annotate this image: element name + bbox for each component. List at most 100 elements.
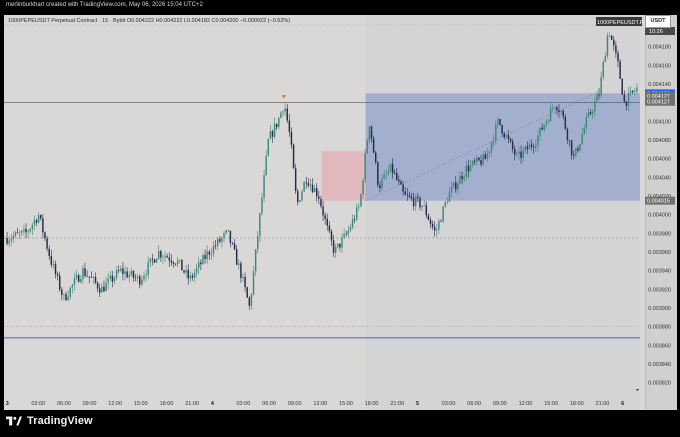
candle-body bbox=[442, 206, 444, 222]
candle-body bbox=[492, 140, 495, 143]
candle-body bbox=[514, 149, 516, 155]
candle-body bbox=[627, 92, 630, 106]
candle-body bbox=[459, 175, 461, 184]
candle-body bbox=[58, 275, 61, 290]
candle-body bbox=[337, 243, 339, 247]
y-tick-label: 0.004040 bbox=[648, 175, 671, 181]
candle-body bbox=[372, 138, 375, 153]
candle-body bbox=[490, 142, 493, 151]
currency-selector[interactable]: USDT bbox=[645, 15, 671, 28]
candle-body bbox=[625, 101, 628, 106]
candle-body bbox=[77, 275, 80, 283]
candle-body bbox=[509, 138, 512, 142]
candle-body bbox=[235, 249, 238, 265]
candle-body bbox=[370, 126, 373, 139]
candle-body bbox=[543, 125, 545, 130]
candle-body bbox=[115, 270, 118, 278]
candle-body bbox=[415, 196, 417, 207]
candle-body bbox=[166, 256, 168, 258]
y-tick-label: 0.004060 bbox=[648, 157, 671, 163]
x-tick-label: 18:00 bbox=[570, 401, 584, 407]
candle-body bbox=[488, 150, 491, 154]
candle-body bbox=[356, 207, 358, 220]
candle-body bbox=[596, 94, 598, 102]
candle-body bbox=[107, 278, 109, 283]
candle-body bbox=[457, 183, 459, 190]
candle-body bbox=[537, 135, 539, 146]
candle-body bbox=[181, 259, 183, 271]
candle-body bbox=[128, 275, 130, 278]
candle-body bbox=[347, 230, 350, 235]
candle-body bbox=[324, 215, 326, 219]
candle-body bbox=[31, 224, 34, 229]
candle-body bbox=[364, 153, 366, 181]
candle-body bbox=[589, 112, 592, 114]
candle-body bbox=[229, 230, 232, 243]
candle-body bbox=[318, 196, 320, 199]
candle-body bbox=[617, 52, 619, 62]
candle-body bbox=[436, 229, 438, 231]
candle-body bbox=[292, 144, 295, 169]
y-tick-label: 0.004160 bbox=[648, 63, 671, 69]
candle-body bbox=[240, 263, 242, 278]
candle-body bbox=[73, 278, 76, 285]
candle-body bbox=[172, 262, 175, 264]
candle-body bbox=[417, 196, 419, 198]
candle-body bbox=[267, 139, 270, 156]
candle-body bbox=[212, 245, 215, 254]
candle-body bbox=[360, 194, 362, 207]
candle-body bbox=[202, 255, 204, 265]
x-tick-label: 18:00 bbox=[365, 401, 379, 407]
candle-body bbox=[358, 206, 360, 208]
candle-body bbox=[398, 179, 400, 182]
candle-body bbox=[311, 184, 314, 193]
candle-body bbox=[111, 275, 114, 282]
candle-body bbox=[225, 230, 227, 234]
candle-body bbox=[271, 131, 274, 137]
take-profit-zone bbox=[365, 93, 640, 201]
candle-body bbox=[130, 271, 133, 276]
candle-body bbox=[69, 287, 71, 297]
candle-body bbox=[425, 205, 428, 216]
candle-body bbox=[505, 135, 508, 138]
candle-body bbox=[402, 184, 404, 192]
candle-body bbox=[535, 145, 537, 148]
candle-body bbox=[518, 151, 520, 154]
candle-body bbox=[444, 202, 446, 207]
candle-body bbox=[187, 269, 189, 279]
candle-body bbox=[427, 215, 430, 220]
candle-body bbox=[18, 232, 21, 234]
candle-body bbox=[90, 277, 93, 278]
candle-body bbox=[290, 131, 293, 145]
candle-body bbox=[345, 233, 347, 235]
candle-body bbox=[238, 263, 240, 265]
candle-body bbox=[160, 251, 162, 258]
symbol-badge-text: 1000PEPEUSDT.P bbox=[597, 20, 644, 26]
candle-body bbox=[471, 160, 474, 165]
candle-body bbox=[219, 238, 221, 242]
y-tick-label: 0.004000 bbox=[648, 213, 671, 219]
candle-body bbox=[455, 182, 457, 190]
candle-body bbox=[101, 286, 103, 293]
candle-body bbox=[37, 214, 40, 223]
candle-body bbox=[516, 153, 518, 155]
brand-name: TradingView bbox=[27, 415, 93, 427]
candle-body bbox=[406, 194, 409, 196]
candle-body bbox=[23, 229, 25, 231]
candle-body bbox=[183, 270, 185, 273]
candle-body bbox=[393, 173, 396, 174]
y-tick-label: 0.003880 bbox=[648, 325, 671, 331]
candle-body bbox=[263, 174, 265, 198]
x-tick-label: 06:00 bbox=[262, 401, 276, 407]
candle-body bbox=[191, 275, 194, 278]
candle-body bbox=[499, 118, 501, 125]
candle-body bbox=[231, 242, 234, 244]
candle-body bbox=[526, 146, 529, 150]
candle-body bbox=[511, 141, 514, 150]
peak-marker-icon bbox=[281, 95, 286, 99]
candle-body bbox=[636, 87, 638, 92]
candle-body bbox=[554, 107, 556, 109]
candle-body bbox=[33, 220, 36, 225]
candle-body bbox=[539, 127, 541, 136]
candle-body bbox=[438, 221, 440, 230]
